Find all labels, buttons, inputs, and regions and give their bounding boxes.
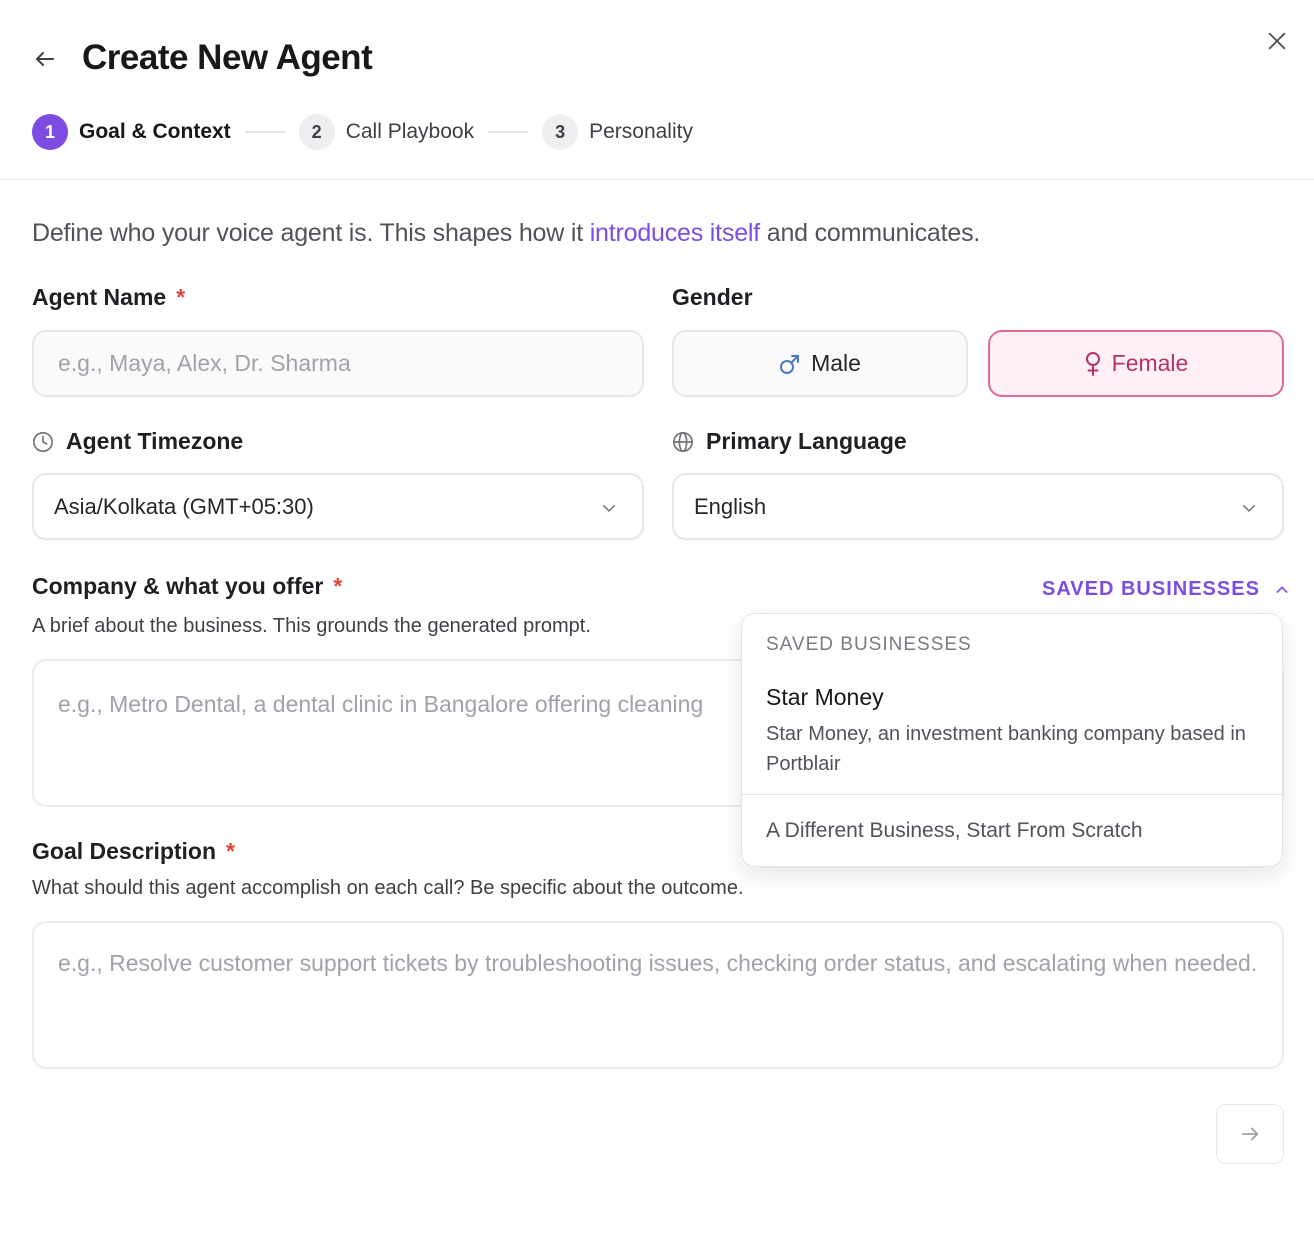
agent-name-label-text: Agent Name: [32, 284, 167, 310]
timezone-label: Agent Timezone: [32, 428, 243, 455]
goal-label-text: Goal Description: [32, 838, 217, 864]
page-title: Create New Agent: [82, 38, 373, 77]
language-label: Primary Language: [672, 428, 907, 455]
male-symbol-icon: [779, 352, 801, 376]
company-label-text: Company & what you offer: [32, 573, 324, 599]
stepper: 1 Goal & Context 2 Call Playbook 3 Perso…: [32, 114, 693, 150]
agent-name-placeholder: e.g., Maya, Alex, Dr. Sharma: [58, 350, 351, 376]
saved-businesses-toggle-label: SAVED BUSINESSES: [1042, 578, 1260, 600]
timezone-value: Asia/Kolkata (GMT+05:30): [54, 493, 314, 519]
saved-businesses-dropdown: SAVED BUSINESSES Star Money Star Money, …: [741, 613, 1283, 867]
close-icon: [1268, 32, 1286, 50]
female-symbol-icon: [1084, 351, 1102, 377]
gender-label-text: Gender: [672, 284, 753, 310]
intro-highlight: introduces itself: [589, 219, 760, 247]
step-connector: [488, 131, 529, 133]
gender-female-button[interactable]: Female: [988, 330, 1284, 397]
chevron-down-icon: [1243, 505, 1255, 512]
timezone-label-text: Agent Timezone: [66, 428, 244, 454]
chevron-down-icon: [603, 505, 615, 512]
intro-text-end: and communicates.: [760, 219, 981, 247]
language-value: English: [694, 493, 767, 519]
saved-businesses-toggle[interactable]: SAVED BUSINESSES: [1042, 578, 1290, 601]
modal-header: Create New Agent 1 Goal & Context 2 Call…: [0, 0, 1314, 180]
language-select[interactable]: English: [672, 473, 1284, 540]
step-connector: [244, 131, 285, 133]
company-placeholder: e.g., Metro Dental, a dental clinic in B…: [58, 691, 704, 717]
step-number: 2: [298, 114, 335, 150]
company-help-text: A brief about the business. This grounds…: [32, 615, 591, 637]
step-number: 3: [542, 114, 579, 150]
company-label: Company & what you offer *: [32, 573, 342, 600]
step-label: Call Playbook: [345, 120, 475, 143]
step-number: 1: [32, 114, 68, 150]
start-from-scratch-label: A Different Business, Start From Scratch: [766, 819, 1143, 842]
goal-placeholder: e.g., Resolve customer support tickets b…: [58, 950, 1258, 976]
step-goal-context[interactable]: 1 Goal & Context: [32, 114, 231, 150]
globe-icon: [673, 431, 693, 452]
gender-label: Gender: [672, 284, 753, 311]
step-label: Personality: [589, 120, 693, 143]
business-name: Star Money: [766, 684, 884, 710]
chevron-up-icon: [1276, 586, 1288, 593]
step-personality[interactable]: 3 Personality: [542, 114, 693, 150]
required-marker: *: [176, 284, 186, 310]
language-label-text: Primary Language: [706, 428, 907, 454]
start-from-scratch-option[interactable]: A Different Business, Start From Scratch: [742, 795, 1282, 866]
arrow-right-icon: [1241, 1127, 1259, 1141]
gender-male-label: Male: [811, 350, 861, 376]
next-button[interactable]: [1216, 1104, 1284, 1164]
back-button[interactable]: [30, 44, 60, 74]
close-button[interactable]: [1262, 26, 1292, 56]
timezone-select[interactable]: Asia/Kolkata (GMT+05:30): [32, 473, 644, 540]
intro-text: Define who your voice agent is. This sha…: [32, 219, 980, 248]
dropdown-header: SAVED BUSINESSES: [766, 634, 972, 655]
clock-icon: [33, 431, 53, 452]
intro-text-start: Define who your voice agent is. This sha…: [32, 219, 590, 247]
saved-business-option[interactable]: Star Money Star Money, an investment ban…: [742, 674, 1282, 794]
gender-female-label: Female: [1111, 350, 1189, 376]
step-label: Goal & Context: [79, 120, 231, 143]
step-call-playbook[interactable]: 2 Call Playbook: [298, 114, 475, 150]
agent-name-input[interactable]: e.g., Maya, Alex, Dr. Sharma: [32, 330, 644, 397]
goal-label: Goal Description *: [32, 838, 235, 865]
agent-name-label: Agent Name *: [32, 284, 185, 311]
business-description: Star Money, an investment banking compan…: [766, 723, 1246, 775]
goal-help-text: What should this agent accomplish on eac…: [32, 877, 744, 899]
required-marker: *: [226, 838, 235, 864]
goal-textarea[interactable]: e.g., Resolve customer support tickets b…: [32, 921, 1284, 1069]
arrow-left-icon: [36, 52, 54, 66]
gender-male-button[interactable]: Male: [672, 330, 968, 397]
required-marker: *: [333, 573, 343, 599]
